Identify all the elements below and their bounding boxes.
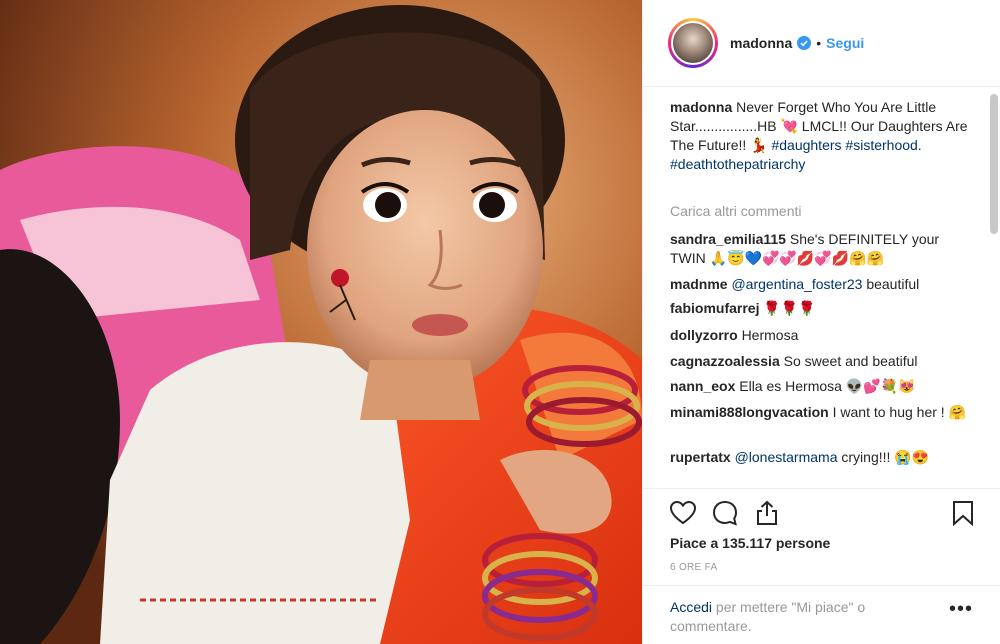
comment-text: Hermosa: [741, 327, 799, 343]
post-actions: Piace a 135.117 persone 6 ORE FA Accedi …: [643, 488, 1000, 644]
comment-username[interactable]: madnme: [670, 276, 728, 292]
comment-username[interactable]: dollyzorro: [670, 327, 738, 343]
comment-item: fabiomufarrej 🌹🌹🌹: [670, 299, 970, 318]
avatar[interactable]: [671, 21, 715, 65]
action-icons: [669, 499, 781, 527]
bookmark-icon[interactable]: [949, 499, 977, 527]
comment-username[interactable]: nann_eox: [670, 378, 735, 394]
comment-item: dollyzorro Hermosa: [670, 326, 970, 345]
load-more-comments-button[interactable]: Carica altri commenti: [670, 203, 801, 219]
comment-mention[interactable]: @argentina_foster23: [731, 276, 862, 292]
post-side-panel: madonna • Segui madonna Never Forget Who…: [642, 0, 1000, 644]
comments-list[interactable]: madonna Never Forget Who You Are Little …: [643, 88, 1000, 488]
hashtag-deathtothepatriarchy[interactable]: #deathtothepatriarchy: [670, 156, 805, 172]
caption-username[interactable]: madonna: [670, 99, 732, 115]
comment-mention[interactable]: @lonestarmama: [735, 449, 838, 465]
comment-username[interactable]: rupertatx: [670, 449, 731, 465]
comment-username[interactable]: cagnazzoalessia: [670, 353, 780, 369]
separator-dot: •: [816, 35, 822, 51]
post-timestamp[interactable]: 6 ORE FA: [670, 562, 717, 573]
login-prompt: Accedi per mettere "Mi piace" o commenta…: [643, 585, 1000, 644]
author-username[interactable]: madonna: [730, 35, 792, 51]
comment-item: madnme @argentina_foster23 beautiful: [670, 275, 970, 294]
avatar-ring[interactable]: [668, 18, 718, 68]
comment-item: nann_eox Ella es Hermosa 👽💕💐😻: [670, 377, 970, 396]
comment-item: cagnazzoalessia So sweet and beatiful: [670, 352, 970, 371]
instagram-post: madonna • Segui madonna Never Forget Who…: [0, 0, 1000, 644]
follow-button[interactable]: Segui: [826, 35, 864, 51]
hashtag-sisterhood[interactable]: #sisterhood.: [845, 137, 921, 153]
login-link[interactable]: Accedi: [670, 599, 712, 615]
post-photo[interactable]: [0, 0, 642, 644]
comments-scrollbar[interactable]: [990, 94, 998, 234]
header-text: madonna • Segui: [730, 35, 864, 51]
comment-item: sandra_emilia115 She's DEFINITELY your T…: [670, 230, 970, 268]
comment-icon[interactable]: [711, 499, 739, 527]
comment-text: So sweet and beatiful: [783, 353, 918, 369]
comment-item: minami888longvacation I want to hug her …: [670, 403, 970, 422]
post-header: madonna • Segui: [643, 0, 1000, 87]
comment-item: rupertatx @lonestarmama crying!!! 😭😍: [670, 448, 970, 467]
comment-username[interactable]: minami888longvacation: [670, 404, 829, 420]
heart-icon[interactable]: [669, 499, 697, 527]
comment-username[interactable]: fabiomufarrej: [670, 300, 759, 316]
photo-illustration: [0, 0, 642, 644]
comment-text: beautiful: [866, 276, 920, 292]
post-caption: madonna Never Forget Who You Are Little …: [670, 98, 970, 174]
comment-text: I want to hug her ! 🤗: [832, 404, 966, 420]
login-text: Accedi per mettere "Mi piace" o commenta…: [670, 598, 930, 636]
more-options-button[interactable]: •••: [949, 599, 973, 619]
comment-text: 🌹🌹🌹: [763, 300, 816, 316]
comment-username[interactable]: sandra_emilia115: [670, 231, 786, 247]
hashtag-daughters[interactable]: #daughters: [771, 137, 841, 153]
comment-text: Ella es Hermosa 👽💕💐😻: [739, 378, 916, 394]
likes-count[interactable]: Piace a 135.117 persone: [670, 535, 830, 551]
verified-badge-icon: [797, 36, 812, 50]
share-icon[interactable]: [753, 499, 781, 527]
comment-text: crying!!! 😭😍: [841, 449, 930, 465]
